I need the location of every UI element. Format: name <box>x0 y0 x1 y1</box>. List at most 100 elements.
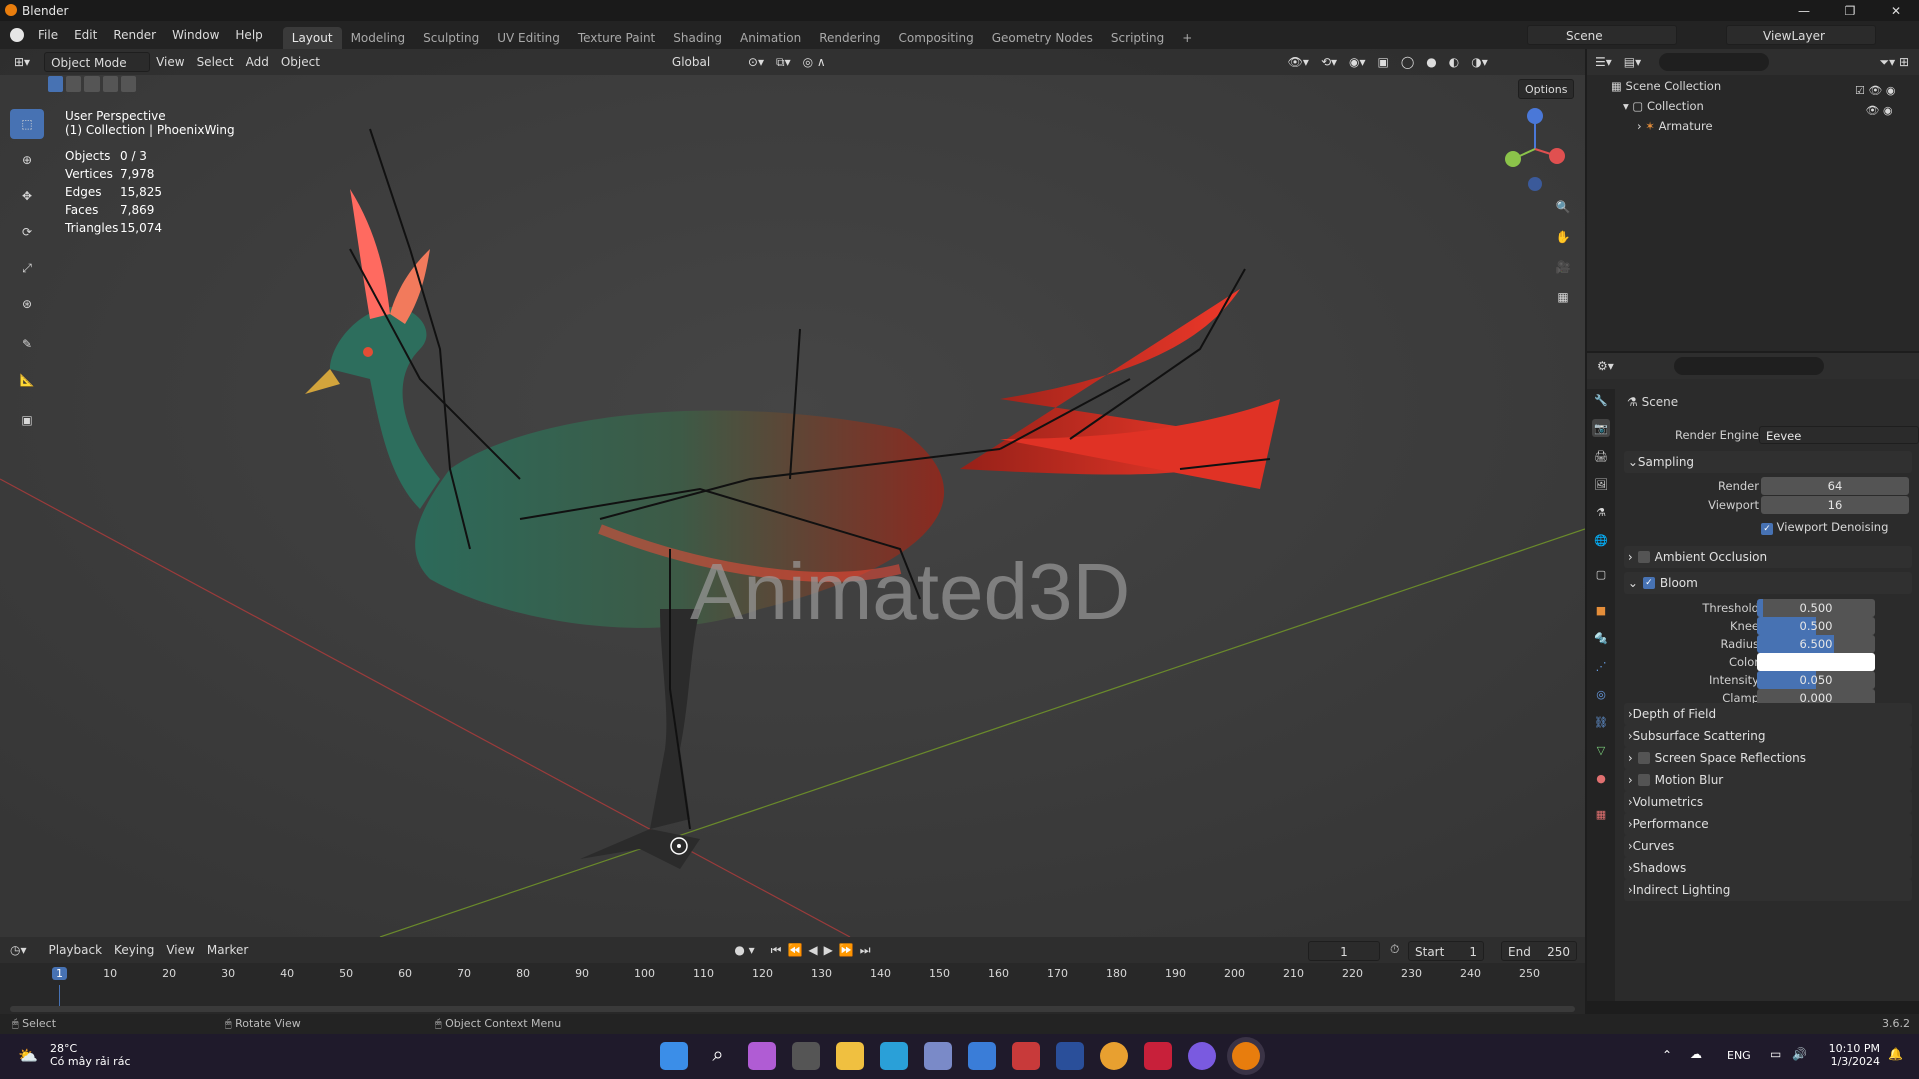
options-button[interactable]: Options <box>1518 79 1575 99</box>
section-checkbox[interactable] <box>1637 752 1650 764</box>
render-tab-icon[interactable]: 📷 <box>1592 419 1610 437</box>
timeline-editor-icon[interactable]: ◷▾ <box>10 943 27 957</box>
frame-ruler[interactable]: 1 10 20 30 40 50 60 70 80 90 100 110 120 130 140 150 160… <box>0 963 1585 1014</box>
bloom-section-header[interactable]: ⌄ ✓ Bloom <box>1624 572 1912 594</box>
menu-marker[interactable]: Marker <box>201 940 254 960</box>
start-menu-icon[interactable] <box>660 1042 688 1070</box>
outliner-editor-icon[interactable]: ☰▾ <box>1595 55 1612 69</box>
editor-type-icon[interactable]: ⊞▾ <box>8 52 36 72</box>
annotate-tool-icon[interactable]: ✎ <box>10 329 44 359</box>
clock[interactable]: 10:10 PM 1/3/2024 <box>1820 1042 1880 1068</box>
select-new-icon[interactable] <box>48 76 64 92</box>
collection-tab-icon[interactable]: ▢ <box>1592 565 1610 583</box>
render-engine-select[interactable]: Eevee <box>1759 426 1919 444</box>
tab-geometry-nodes[interactable]: Geometry Nodes <box>983 27 1102 49</box>
select-box-tool-icon[interactable]: ⬚ <box>10 109 44 139</box>
properties-search-input[interactable] <box>1673 357 1824 375</box>
edge-icon[interactable] <box>880 1042 908 1070</box>
shading-material-icon[interactable]: ◐ <box>1443 52 1465 72</box>
viewport-samples-field[interactable]: 16 <box>1761 496 1909 514</box>
camera-view-icon[interactable]: 🎥 <box>1550 254 1576 280</box>
tab-scripting[interactable]: Scripting <box>1102 27 1173 49</box>
move-tool-icon[interactable]: ✥ <box>10 181 44 211</box>
add-workspace-icon[interactable]: + <box>1173 27 1201 49</box>
object-tab-icon[interactable]: ■ <box>1592 601 1610 619</box>
add-cube-tool-icon[interactable]: ▣ <box>10 405 44 435</box>
tab-compositing[interactable]: Compositing <box>889 27 982 49</box>
bloom-radius-field[interactable]: 6.500 <box>1757 635 1875 653</box>
search-icon[interactable]: ⌕ <box>704 1042 732 1070</box>
tray-chevron-icon[interactable]: ⌃ <box>1662 1048 1672 1062</box>
tab-rendering[interactable]: Rendering <box>810 27 889 49</box>
viewport-denoising-checkbox[interactable]: ✓ Viewport Denoising <box>1761 520 1888 535</box>
tab-animation[interactable]: Animation <box>731 27 810 49</box>
proportional-edit-icon[interactable]: ◎ ∧ <box>797 52 832 72</box>
ambient-occlusion-section[interactable]: › Ambient Occlusion <box>1624 546 1912 568</box>
section-depth-of-field[interactable]: › Depth of Field <box>1624 703 1912 725</box>
file-explorer-icon[interactable] <box>836 1042 864 1070</box>
close-icon[interactable]: ✕ <box>1873 0 1919 21</box>
mode-selector[interactable]: Object Mode <box>44 52 151 72</box>
perspective-toggle-icon[interactable]: ▦ <box>1550 284 1576 310</box>
office-icon[interactable] <box>1012 1042 1040 1070</box>
copilot-icon[interactable] <box>748 1042 776 1070</box>
snipping-icon[interactable] <box>924 1042 952 1070</box>
world-tab-icon[interactable]: 🌐 <box>1592 531 1610 549</box>
section-checkbox[interactable] <box>1637 774 1650 786</box>
section-shadows[interactable]: › Shadows <box>1624 857 1912 879</box>
outliner-search-input[interactable] <box>1659 53 1770 71</box>
blender-taskbar-icon[interactable] <box>1232 1042 1260 1070</box>
bloom-intensity-field[interactable]: 0.050 <box>1757 671 1875 689</box>
minimize-icon[interactable]: — <box>1781 0 1827 21</box>
section-motion-blur[interactable]: › Motion Blur <box>1624 769 1912 791</box>
language-indicator[interactable]: ENG <box>1727 1049 1751 1062</box>
record-icon[interactable]: ● ▾ <box>734 943 754 957</box>
playback-controls[interactable]: ⏮⏪◀▶⏩⏭ <box>771 943 877 958</box>
app-m-icon[interactable] <box>1056 1042 1084 1070</box>
weather-icon[interactable]: ⛅ <box>18 1046 38 1065</box>
zoom-icon[interactable]: 🔍 <box>1550 194 1576 220</box>
viewport-denoising-row[interactable]: ✓ Viewport Denoising <box>1624 518 1914 538</box>
bloom-threshold-field[interactable]: 0.500 <box>1757 599 1875 617</box>
pivot-icon[interactable]: ⊙▾ <box>742 52 770 72</box>
menu-add[interactable]: Add <box>240 52 275 72</box>
tab-modeling[interactable]: Modeling <box>342 27 415 49</box>
menu-object[interactable]: Object <box>275 52 326 72</box>
bloom-checkbox[interactable]: ✓ <box>1642 577 1655 589</box>
acrobat-icon[interactable] <box>1144 1042 1172 1070</box>
constraints-tab-icon[interactable]: ⛓ <box>1592 713 1610 731</box>
cursor-tool-icon[interactable]: ⊕ <box>10 145 44 175</box>
tab-texture-paint[interactable]: Texture Paint <box>569 27 664 49</box>
collection-visibility-icons[interactable]: ☑ 👁 ◉ <box>1855 81 1895 101</box>
tab-uv-editing[interactable]: UV Editing <box>488 27 569 49</box>
select-extend-icon[interactable] <box>66 76 82 92</box>
measure-tool-icon[interactable]: 📐 <box>10 365 44 395</box>
menu-help[interactable]: Help <box>227 21 270 49</box>
menu-window[interactable]: Window <box>164 21 227 49</box>
select-invert-icon[interactable] <box>102 76 118 92</box>
blender-menu-icon[interactable] <box>10 28 24 42</box>
ambient-occlusion-checkbox[interactable] <box>1637 551 1650 563</box>
transform-tool-icon[interactable]: ⊛ <box>10 289 44 319</box>
section-curves[interactable]: › Curves <box>1624 835 1912 857</box>
shading-wireframe-icon[interactable]: ◯ <box>1395 52 1420 72</box>
menu-render[interactable]: Render <box>105 21 164 49</box>
render-samples-field[interactable]: 64 <box>1761 477 1909 495</box>
menu-timeline-view[interactable]: View <box>160 940 200 960</box>
overlay-toggle-icon[interactable]: ◉▾ <box>1343 52 1372 72</box>
menu-view[interactable]: View <box>150 52 190 72</box>
properties-editor-icon[interactable]: ⚙▾ <box>1597 359 1614 373</box>
menu-edit[interactable]: Edit <box>66 21 105 49</box>
bloom-knee-field[interactable]: 0.500 <box>1757 617 1875 635</box>
3d-viewport[interactable]: Animated3D ⊞▾ Object Mode View Select Ad… <box>0 49 1585 937</box>
end-frame-field[interactable]: End 250 <box>1501 941 1577 961</box>
armature-row[interactable]: › ✶ Armature <box>1637 119 1721 139</box>
material-tab-icon[interactable]: ● <box>1592 769 1610 787</box>
display-tray-icon[interactable]: ▭ <box>1770 1047 1781 1061</box>
current-frame-field[interactable]: 1 <box>1308 941 1380 961</box>
chrome-icon[interactable] <box>1100 1042 1128 1070</box>
scene-selector[interactable]: Scene <box>1527 25 1677 45</box>
menu-file[interactable]: File <box>30 21 66 49</box>
section-indirect-lighting[interactable]: › Indirect Lighting <box>1624 879 1912 901</box>
volume-icon[interactable]: 🔊 <box>1792 1047 1807 1061</box>
